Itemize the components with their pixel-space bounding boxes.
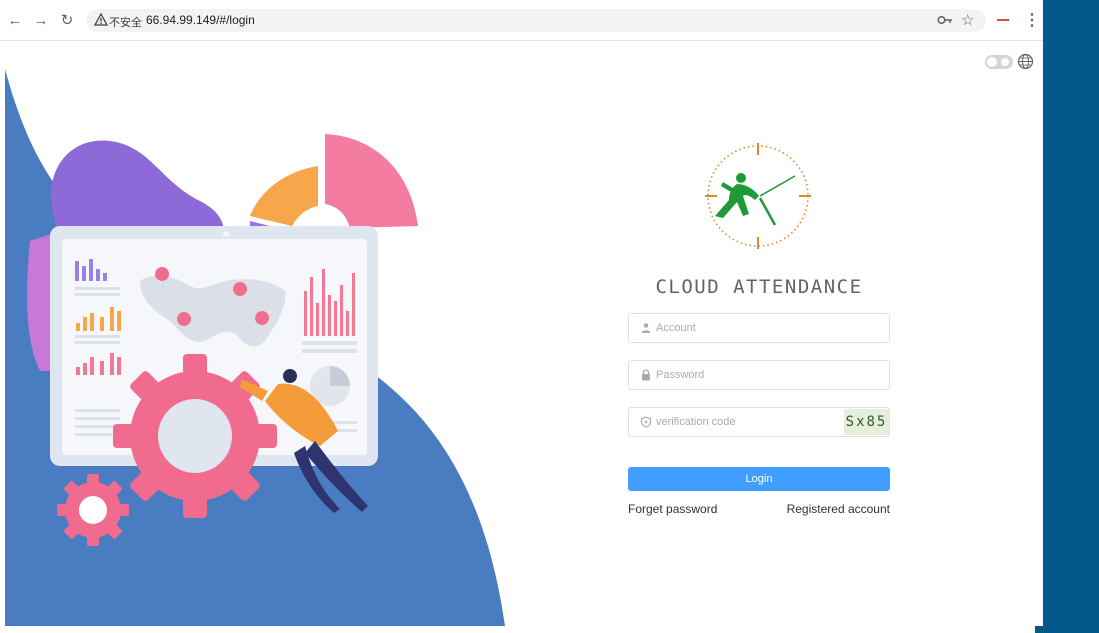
- forward-arrow-icon[interactable]: →: [31, 10, 51, 30]
- password-input[interactable]: [656, 361, 798, 389]
- verification-field[interactable]: Sx85: [628, 407, 890, 437]
- star-icon[interactable]: ☆: [961, 11, 974, 29]
- login-button[interactable]: Login: [628, 467, 890, 491]
- back-arrow-icon[interactable]: ←: [5, 10, 25, 30]
- url-text[interactable]: 66.94.99.149/#/login: [146, 13, 255, 27]
- menu-icon[interactable]: ⋮: [1024, 10, 1040, 30]
- app-title: CLOUD ATTENDANCE: [655, 276, 863, 298]
- warning-icon[interactable]: [94, 13, 108, 27]
- forget-password-link[interactable]: Forget password: [628, 502, 717, 516]
- login-page: CLOUD ATTENDANCE Sx85 Login Forget passw…: [0, 41, 1043, 633]
- browser-toolbar: ← → ↻ 不安全 66.94.99.149/#/login ☆ ⋮: [0, 0, 1043, 41]
- security-indicator[interactable]: 不安全: [109, 14, 142, 30]
- extension-icon[interactable]: [997, 19, 1009, 21]
- shield-icon: [640, 416, 652, 428]
- user-icon: [641, 323, 651, 333]
- theme-toggle-icon[interactable]: [985, 55, 1013, 69]
- address-bar[interactable]: 不安全 66.94.99.149/#/login: [86, 9, 986, 32]
- reload-icon[interactable]: ↻: [57, 10, 77, 30]
- verification-input[interactable]: [656, 408, 836, 436]
- account-input[interactable]: [656, 314, 798, 342]
- moon-icon: [1001, 58, 1009, 66]
- dashboard-illustration: [5, 69, 505, 626]
- side-panel: [1043, 0, 1099, 633]
- clock-logo: [705, 143, 811, 249]
- registered-account-link[interactable]: Registered account: [787, 502, 890, 516]
- lock-icon: [642, 369, 650, 381]
- globe-icon[interactable]: [1017, 53, 1034, 70]
- account-field[interactable]: [628, 313, 890, 343]
- key-icon[interactable]: [937, 13, 953, 27]
- toggle-knob: [987, 57, 997, 67]
- password-field[interactable]: [628, 360, 890, 390]
- captcha-image[interactable]: Sx85: [844, 409, 889, 435]
